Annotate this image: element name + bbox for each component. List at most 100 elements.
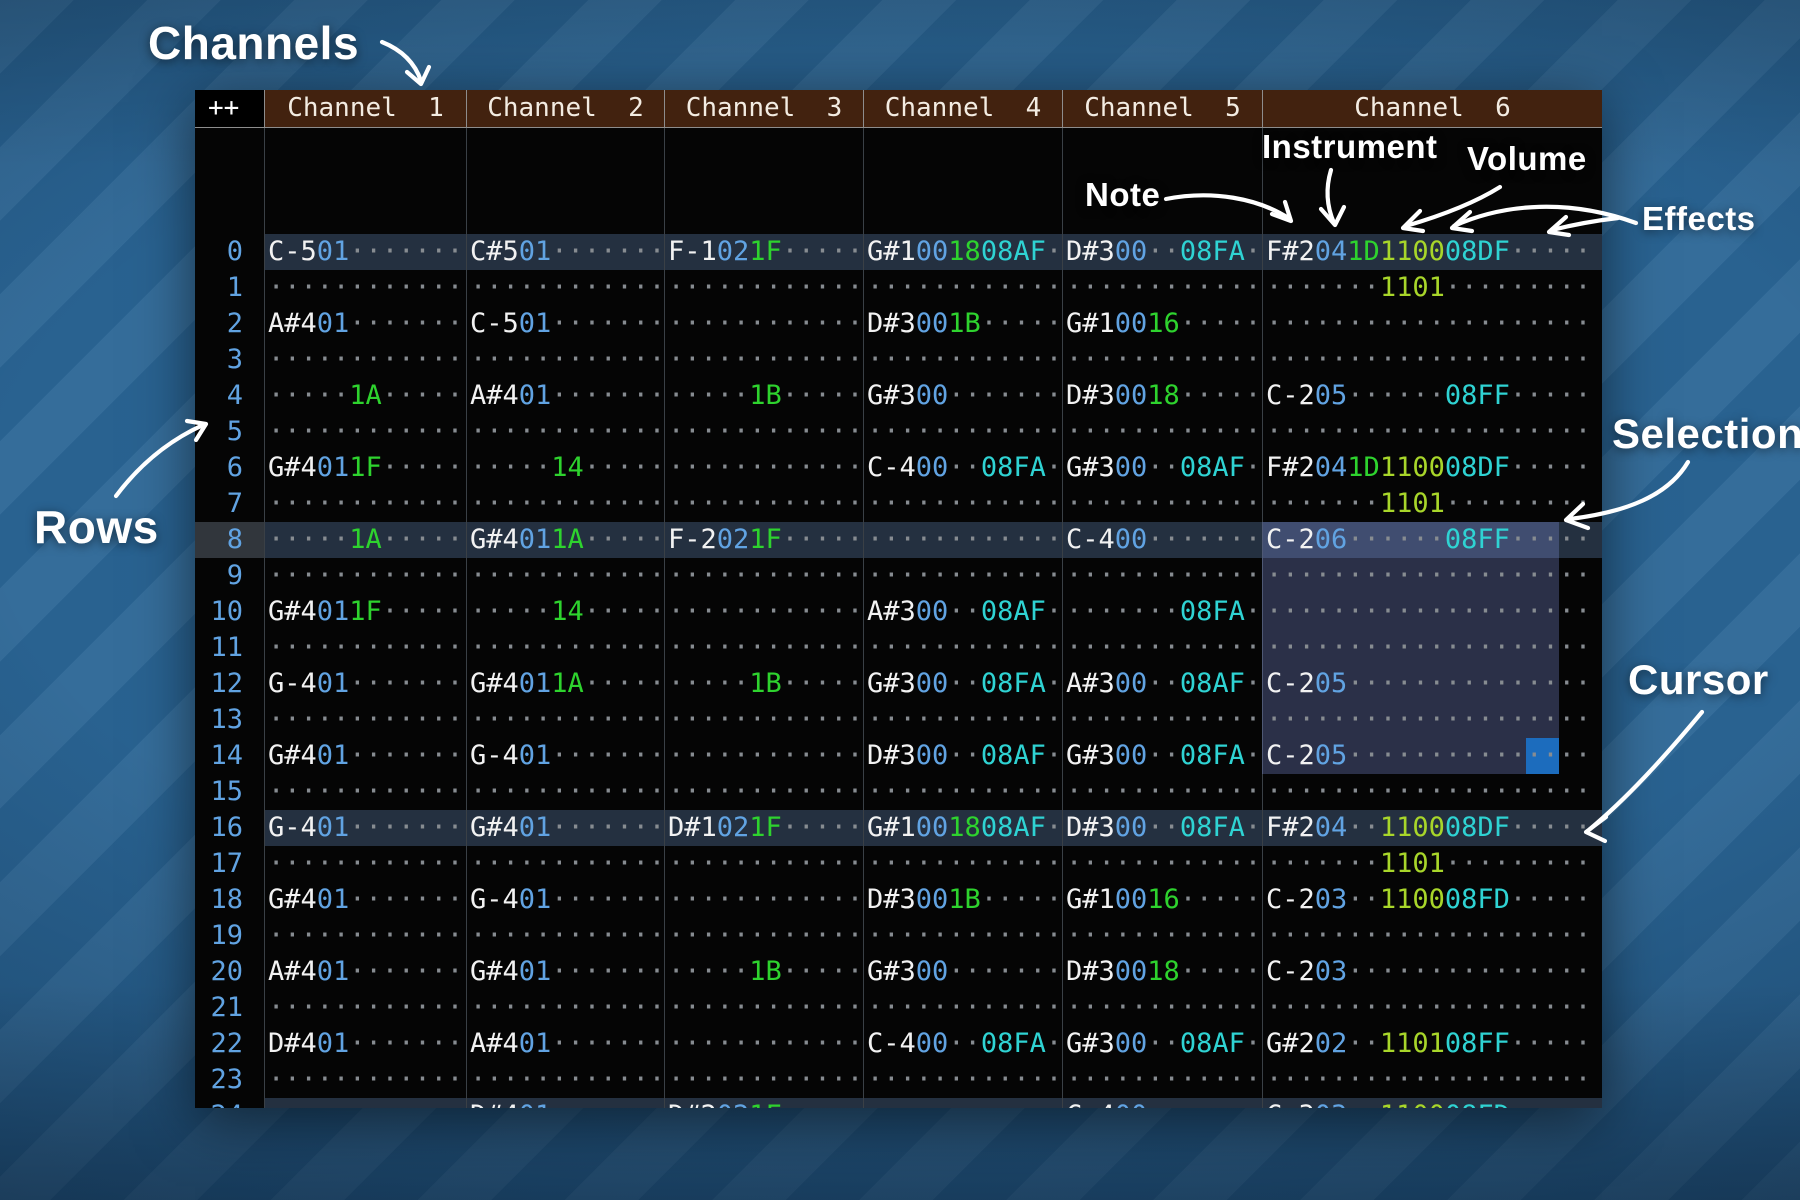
pattern-cell[interactable]: ·····14····· bbox=[466, 450, 664, 486]
pattern-cell[interactable]: ···················· bbox=[1262, 1062, 1602, 1098]
pattern-cell[interactable]: G-401······· bbox=[264, 666, 466, 702]
pattern-cell[interactable]: ············ bbox=[863, 1098, 1062, 1108]
pattern-cell[interactable]: ·····1B····· bbox=[664, 666, 863, 702]
pattern-cell[interactable]: ············ bbox=[1062, 486, 1262, 522]
pattern-cell[interactable]: ············ bbox=[466, 702, 664, 738]
pattern-cell[interactable]: ············ bbox=[1062, 270, 1262, 306]
pattern-cell[interactable]: G#300··08AF· bbox=[1062, 1026, 1262, 1062]
pattern-cell[interactable]: ············ bbox=[466, 414, 664, 450]
pattern-cell[interactable]: ············ bbox=[466, 990, 664, 1026]
channel-header-2[interactable]: Channel 2 bbox=[466, 90, 664, 127]
pattern-cell[interactable]: G#202··110108FF····· bbox=[1262, 1026, 1602, 1062]
pattern-cell[interactable]: G#10016····· bbox=[1062, 882, 1262, 918]
pattern-cell[interactable]: D#300··08AF· bbox=[863, 738, 1062, 774]
pattern-cell[interactable]: ············ bbox=[664, 990, 863, 1026]
pattern-cell[interactable]: ············ bbox=[664, 738, 863, 774]
pattern-cell[interactable]: ············ bbox=[863, 918, 1062, 954]
pattern-cell[interactable]: D#30018····· bbox=[1062, 378, 1262, 414]
pattern-cell[interactable]: G#4011F····· bbox=[264, 594, 466, 630]
pattern-cell[interactable]: A#300··08AF· bbox=[1062, 666, 1262, 702]
pattern-cell[interactable]: D#300··08FA· bbox=[1062, 234, 1262, 270]
pattern-cell[interactable]: A#401······· bbox=[264, 954, 466, 990]
pattern-cell[interactable]: ·······1101········· bbox=[1262, 270, 1602, 306]
pattern-cell[interactable]: ············ bbox=[863, 630, 1062, 666]
pattern-cell[interactable]: F-2021F····· bbox=[664, 522, 863, 558]
pattern-cell[interactable]: ···················· bbox=[1262, 342, 1602, 378]
pattern-cell[interactable]: ············ bbox=[1062, 558, 1262, 594]
pattern-cell[interactable]: C-400······· bbox=[1062, 522, 1262, 558]
pattern-cell[interactable]: C-205··············· bbox=[1262, 666, 1602, 702]
pattern-cell[interactable]: F-1021F····· bbox=[664, 234, 863, 270]
pattern-cell[interactable]: ············ bbox=[466, 630, 664, 666]
pattern-cell[interactable]: A#401······· bbox=[466, 378, 664, 414]
pattern-cell[interactable]: ···················· bbox=[1262, 918, 1602, 954]
pattern-cell[interactable]: C-203··110008FD····· bbox=[1262, 882, 1602, 918]
pattern-cell[interactable]: ············ bbox=[264, 990, 466, 1026]
pattern-cell[interactable]: ···················· bbox=[1262, 990, 1602, 1026]
pattern-cell[interactable]: ············ bbox=[664, 270, 863, 306]
pattern-cell[interactable]: ···················· bbox=[1262, 702, 1602, 738]
pattern-cell[interactable]: F#204··110008DF····· bbox=[1262, 810, 1602, 846]
pattern-cell[interactable]: ············ bbox=[664, 342, 863, 378]
pattern-cell[interactable]: ············ bbox=[664, 1026, 863, 1062]
pattern-cell[interactable]: ·····1A····· bbox=[264, 522, 466, 558]
pattern-cell[interactable]: ············ bbox=[466, 918, 664, 954]
pattern-cell[interactable]: F#2041D110008DF····· bbox=[1262, 234, 1602, 270]
pattern-cell[interactable]: ············ bbox=[264, 630, 466, 666]
pattern-cell[interactable]: ············ bbox=[264, 918, 466, 954]
pattern-cell[interactable]: ············ bbox=[664, 882, 863, 918]
pattern-cell[interactable]: ············ bbox=[664, 414, 863, 450]
pattern-cell[interactable]: C-400······· bbox=[1062, 1098, 1262, 1108]
pattern-cell[interactable]: G-401······· bbox=[264, 810, 466, 846]
pattern-cell[interactable]: C-203··············· bbox=[1262, 954, 1602, 990]
pattern-cell[interactable]: ············ bbox=[466, 846, 664, 882]
pattern-cell[interactable]: ············ bbox=[264, 414, 466, 450]
pattern-cell[interactable]: ···················· bbox=[1262, 414, 1602, 450]
pattern-cell[interactable]: ············ bbox=[264, 486, 466, 522]
pattern-cell[interactable]: ·······08FA· bbox=[1062, 594, 1262, 630]
pattern-cell[interactable]: ············ bbox=[863, 522, 1062, 558]
pattern-cell[interactable]: G#4011A····· bbox=[466, 666, 664, 702]
pattern-cell[interactable]: ············ bbox=[1062, 630, 1262, 666]
pattern-cell[interactable]: ···················· bbox=[1262, 306, 1602, 342]
pattern-cell[interactable]: ·····1B····· bbox=[664, 378, 863, 414]
pattern-cell[interactable]: ···················· bbox=[1262, 558, 1602, 594]
pattern-cell[interactable]: ············ bbox=[264, 270, 466, 306]
pattern-cell[interactable]: G#300······· bbox=[863, 954, 1062, 990]
pattern-cell[interactable]: G#300··08FA· bbox=[1062, 738, 1262, 774]
pattern-cell[interactable]: ············ bbox=[664, 918, 863, 954]
pattern-cell[interactable]: ············ bbox=[264, 846, 466, 882]
pattern-cell[interactable]: C#501······· bbox=[466, 234, 664, 270]
pattern-cell[interactable]: ············ bbox=[264, 1098, 466, 1108]
pattern-cell[interactable]: ·······1101········· bbox=[1262, 846, 1602, 882]
pattern-cell[interactable]: D#401······· bbox=[264, 1026, 466, 1062]
channel-header-6[interactable]: Channel 6 bbox=[1262, 90, 1602, 127]
pattern-cell[interactable]: C-303··110008FD····· bbox=[1262, 1098, 1602, 1108]
pattern-cell[interactable]: ·······1101········· bbox=[1262, 486, 1602, 522]
pattern-cell[interactable]: ············ bbox=[1062, 342, 1262, 378]
pattern-cell[interactable]: A#401······· bbox=[264, 306, 466, 342]
pattern-cell[interactable]: C-400··08FA· bbox=[863, 1026, 1062, 1062]
pattern-cell[interactable]: ············ bbox=[264, 1062, 466, 1098]
channel-header-1[interactable]: Channel 1 bbox=[264, 90, 466, 127]
pattern-cell[interactable]: G#401······· bbox=[466, 954, 664, 990]
pattern-cell[interactable]: G-401······· bbox=[466, 738, 664, 774]
channel-header-5[interactable]: Channel 5 bbox=[1062, 90, 1262, 127]
pattern-cell[interactable]: ············ bbox=[664, 846, 863, 882]
pattern-cell[interactable]: ············ bbox=[1062, 990, 1262, 1026]
pattern-cell[interactable]: ············ bbox=[863, 270, 1062, 306]
pattern-cell[interactable]: C-206······08FF····· bbox=[1262, 522, 1602, 558]
pattern-cell[interactable]: D#3001B····· bbox=[863, 306, 1062, 342]
pattern-cell[interactable]: ············ bbox=[664, 558, 863, 594]
pattern-cell[interactable]: ············ bbox=[863, 342, 1062, 378]
pattern-cell[interactable]: G#401······· bbox=[264, 882, 466, 918]
pattern-cell[interactable]: D#1021F····· bbox=[664, 810, 863, 846]
pattern-cell[interactable]: ············ bbox=[1062, 1062, 1262, 1098]
pattern-cell[interactable]: ············ bbox=[664, 630, 863, 666]
pattern-cell[interactable]: ···················· bbox=[1262, 630, 1602, 666]
pattern-cell[interactable]: ············ bbox=[664, 594, 863, 630]
pattern-cell[interactable]: ············ bbox=[863, 486, 1062, 522]
pattern-cell[interactable]: G#4011F····· bbox=[264, 450, 466, 486]
pattern-cell[interactable]: ············ bbox=[466, 342, 664, 378]
pattern-cell[interactable]: D#30018····· bbox=[1062, 954, 1262, 990]
